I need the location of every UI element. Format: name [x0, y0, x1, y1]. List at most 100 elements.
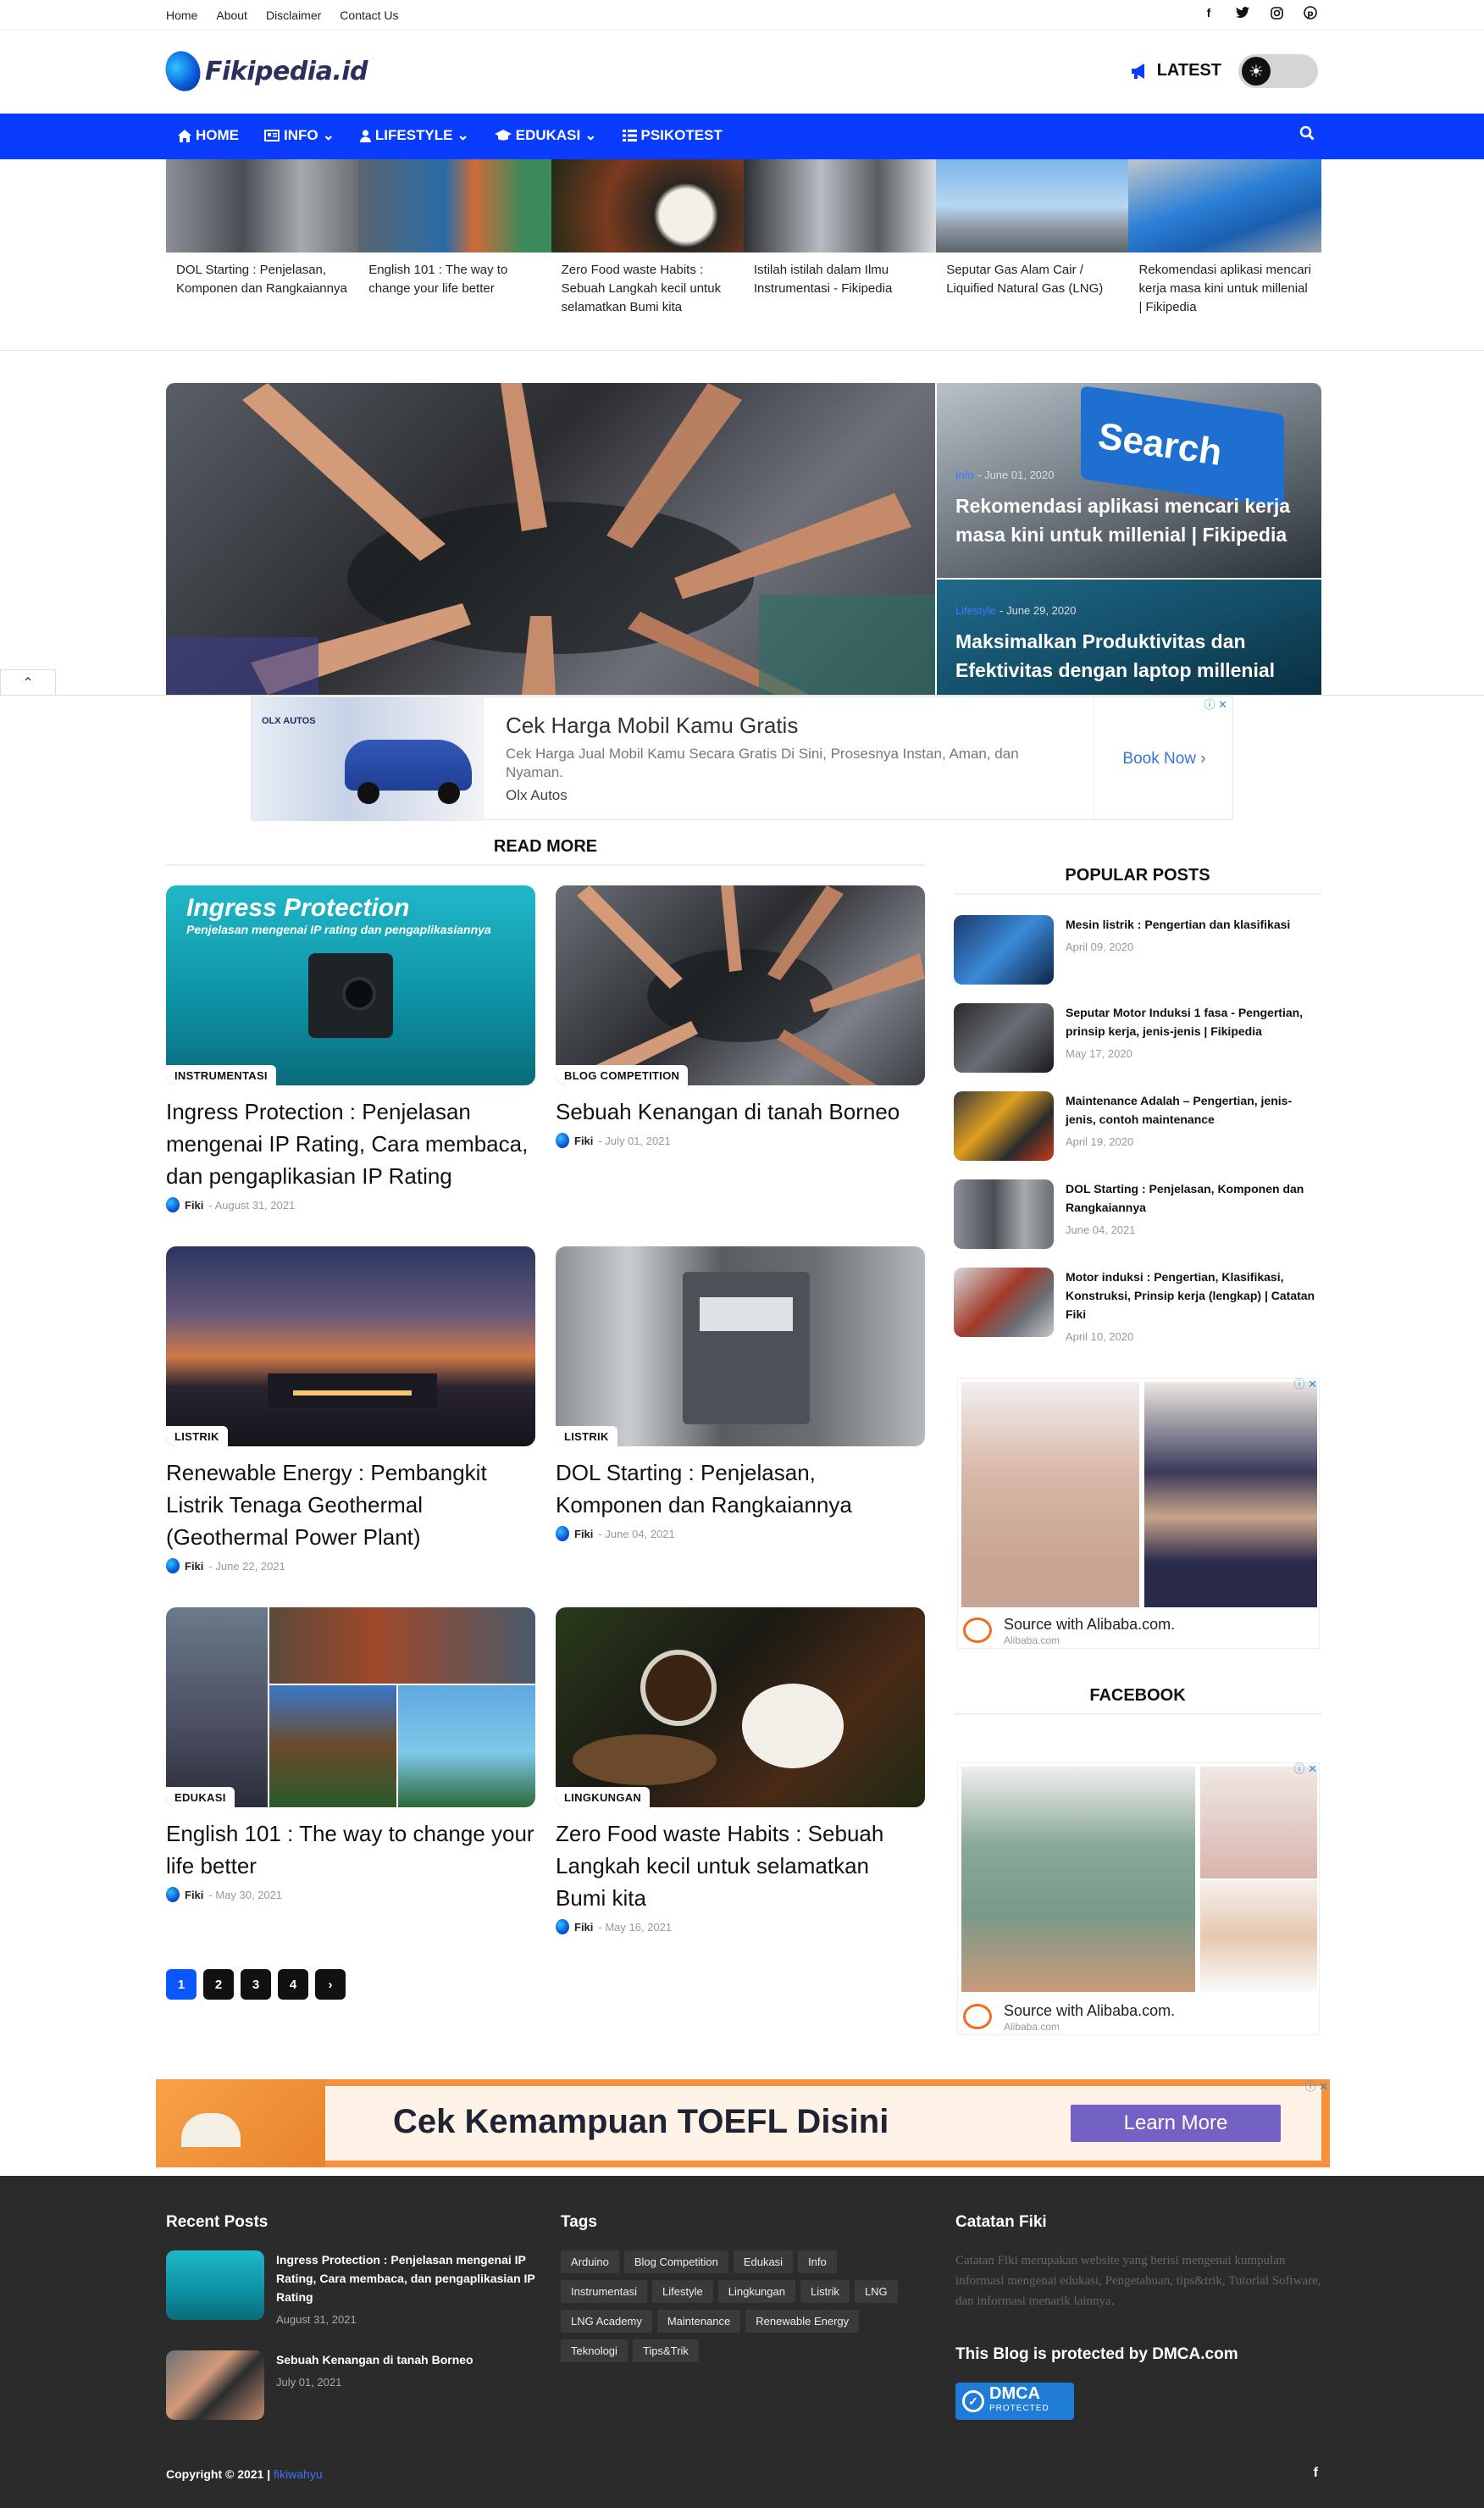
tag-link[interactable]: Info: [798, 2250, 837, 2273]
topnav-disclaimer-link[interactable]: Disclaimer: [266, 8, 321, 22]
hero-featured-post[interactable]: [166, 383, 935, 695]
ticker-item[interactable]: English 101 : The way to change your lif…: [358, 159, 551, 350]
pinterest-icon[interactable]: p: [1303, 5, 1318, 20]
banner-ad-olx[interactable]: OLX AUTOS Cek Harga Mobil Kamu Gratis Ce…: [251, 696, 1234, 821]
post-title[interactable]: Renewable Energy : Pembangkit Listrik Te…: [166, 1457, 535, 1553]
hero-side-post[interactable]: Lifestyle - June 29, 2020 Maksimalkan Pr…: [937, 580, 1321, 695]
nav-info[interactable]: INFO ⌄: [264, 127, 335, 144]
ad-title[interactable]: Cek Kemampuan TOEFL Disini: [393, 2103, 889, 2141]
popular-post-title[interactable]: Maintenance Adalah – Pengertian, jenis-j…: [1066, 1091, 1320, 1129]
topnav-home-link[interactable]: Home: [166, 8, 197, 22]
ticker-item[interactable]: DOL Starting : Penjelasan, Komponen dan …: [166, 159, 359, 350]
ticker-item[interactable]: Istilah istilah dalam Ilmu Instrumentasi…: [743, 159, 937, 350]
instagram-icon[interactable]: [1269, 5, 1284, 20]
tag-link[interactable]: Lingkungan: [717, 2280, 795, 2303]
tag-link[interactable]: Renewable Energy: [745, 2310, 860, 2333]
popular-post-item[interactable]: Mesin listrik : Pengertian dan klasifika…: [954, 915, 1321, 988]
tag-link[interactable]: Tips&Trik: [632, 2339, 699, 2362]
ad-book-now-button[interactable]: Book Now ›: [1094, 697, 1234, 821]
site-logo[interactable]: Fikipedia.id: [159, 46, 368, 97]
dark-mode-toggle[interactable]: ☀: [1238, 54, 1318, 88]
post-category-badge[interactable]: BLOG COMPETITION: [556, 1065, 689, 1085]
hero-side-category[interactable]: Info: [955, 469, 974, 481]
post-title[interactable]: Zero Food waste Habits : Sebuah Langkah …: [556, 1817, 925, 1914]
ticker-item[interactable]: Rekomendasi aplikasi mencari kerja masa …: [1128, 159, 1321, 350]
recent-post-title[interactable]: Ingress Protection : Penjelasan mengenai…: [276, 2250, 539, 2306]
dmca-badge[interactable]: ✓ DMCA PROTECTED: [955, 2383, 1074, 2420]
hero-side-title[interactable]: Maksimalkan Produktivitas dan Efektivita…: [955, 627, 1311, 685]
tag-link[interactable]: LNG Academy: [561, 2310, 652, 2333]
hero-side-title[interactable]: Rekomendasi aplikasi mencari kerja masa …: [955, 491, 1311, 549]
post-category-badge[interactable]: LISTRIK: [556, 1426, 617, 1446]
post-category-badge[interactable]: LINGKUNGAN: [556, 1787, 651, 1807]
next-page-icon[interactable]: ›: [315, 1969, 346, 2000]
tag-link[interactable]: LNG: [854, 2280, 898, 2303]
post-card[interactable]: LISTRIK DOL Starting : Penjelasan, Kompo…: [556, 1246, 925, 1541]
popular-post-item[interactable]: Motor induksi : Pengertian, Klasifikasi,…: [954, 1268, 1321, 1343]
popular-post-title[interactable]: Motor induksi : Pengertian, Klasifikasi,…: [1066, 1268, 1320, 1323]
ad-info-icon[interactable]: ⓘ ✕: [1304, 2078, 1328, 2094]
sidebar-ad-alibaba[interactable]: Source with Alibaba.com. Alibaba.com ⓘ ✕: [957, 1762, 1320, 2035]
post-author[interactable]: Fiki: [185, 1560, 203, 1573]
page-3-button[interactable]: 3: [241, 1969, 271, 2000]
tag-link[interactable]: Blog Competition: [623, 2250, 728, 2273]
banner-ad-toefl[interactable]: Cek Kemampuan TOEFL Disini Learn More ⓘ …: [156, 2079, 1330, 2167]
post-author[interactable]: Fiki: [185, 1199, 203, 1212]
nav-home[interactable]: HOME: [178, 127, 239, 144]
post-card[interactable]: BLOG COMPETITION Sebuah Kenangan di tana…: [556, 885, 925, 1148]
nav-psikotest[interactable]: PSIKOTEST: [622, 127, 723, 144]
latest-label[interactable]: LATEST: [1130, 61, 1221, 80]
post-category-badge[interactable]: EDUKASI: [166, 1787, 235, 1807]
hero-side-post[interactable]: Search Info - June 01, 2020 Rekomendasi …: [937, 383, 1321, 578]
post-title[interactable]: Sebuah Kenangan di tanah Borneo: [556, 1096, 925, 1128]
popular-post-item[interactable]: DOL Starting : Penjelasan, Komponen dan …: [954, 1179, 1321, 1252]
copyright-author-link[interactable]: fikiwahyu: [274, 2467, 323, 2481]
post-author[interactable]: Fiki: [185, 1889, 203, 1901]
post-author[interactable]: Fiki: [574, 1921, 593, 1934]
page-1-button[interactable]: 1: [166, 1969, 197, 2000]
post-card[interactable]: EDUKASI English 101 : The way to change …: [166, 1607, 535, 1902]
recent-post-title[interactable]: Sebuah Kenangan di tanah Borneo: [276, 2350, 539, 2369]
hero-side-category[interactable]: Lifestyle: [955, 604, 996, 617]
popular-post-item[interactable]: Maintenance Adalah – Pengertian, jenis-j…: [954, 1091, 1321, 1164]
tag-link[interactable]: Edukasi: [733, 2250, 794, 2273]
recent-post-item[interactable]: Sebuah Kenangan di tanah Borneo July 01,…: [166, 2350, 539, 2423]
post-card[interactable]: LINGKUNGAN Zero Food waste Habits : Sebu…: [556, 1607, 925, 1934]
tag-link[interactable]: Arduino: [561, 2250, 619, 2273]
tag-link[interactable]: Teknologi: [561, 2339, 628, 2362]
ad-title[interactable]: Cek Harga Mobil Kamu Gratis: [506, 713, 798, 739]
chevron-up-icon[interactable]: ⌃: [0, 669, 56, 695]
sidebar-ad-alibaba[interactable]: Source with Alibaba.com. Alibaba.com ⓘ ✕: [957, 1378, 1320, 1649]
page-4-button[interactable]: 4: [278, 1969, 308, 2000]
tag-link[interactable]: Lifestyle: [652, 2280, 713, 2303]
twitter-icon[interactable]: [1235, 5, 1250, 20]
popular-post-title[interactable]: Seputar Motor Induksi 1 fasa - Pengertia…: [1066, 1003, 1320, 1040]
popular-post-title[interactable]: DOL Starting : Penjelasan, Komponen dan …: [1066, 1179, 1320, 1217]
ad-learn-more-button[interactable]: Learn More: [1071, 2105, 1281, 2142]
post-title[interactable]: English 101 : The way to change your lif…: [166, 1817, 535, 1882]
nav-lifestyle[interactable]: LIFESTYLE ⌄: [359, 127, 469, 144]
post-title[interactable]: Ingress Protection : Penjelasan mengenai…: [166, 1096, 535, 1192]
tag-link[interactable]: Listrik: [800, 2280, 850, 2303]
post-category-badge[interactable]: INSTRUMENTASI: [166, 1065, 276, 1085]
tag-link[interactable]: Instrumentasi: [561, 2280, 648, 2303]
topnav-contact-link[interactable]: Contact Us: [340, 8, 398, 22]
ticker-item[interactable]: Zero Food waste Habits : Sebuah Langkah …: [551, 159, 744, 350]
post-author[interactable]: Fiki: [574, 1135, 593, 1147]
facebook-icon[interactable]: f: [1314, 2466, 1318, 2481]
ad-info-icon[interactable]: ⓘ ✕: [1204, 696, 1227, 712]
ad-info-icon[interactable]: ⓘ ✕: [1293, 1760, 1317, 1776]
ad-info-icon[interactable]: ⓘ ✕: [1293, 1375, 1317, 1391]
popular-post-item[interactable]: Seputar Motor Induksi 1 fasa - Pengertia…: [954, 1003, 1321, 1076]
recent-post-item[interactable]: Ingress Protection : Penjelasan mengenai…: [166, 2250, 539, 2326]
ticker-item[interactable]: Seputar Gas Alam Cair / Liquified Natura…: [936, 159, 1129, 350]
facebook-icon[interactable]: f: [1201, 5, 1216, 20]
nav-edukasi[interactable]: EDUKASI ⌄: [494, 127, 597, 144]
topnav-about-link[interactable]: About: [216, 8, 247, 22]
post-category-badge[interactable]: LISTRIK: [166, 1426, 228, 1446]
popular-post-title[interactable]: Mesin listrik : Pengertian dan klasifika…: [1066, 915, 1320, 934]
post-card[interactable]: LISTRIK Renewable Energy : Pembangkit Li…: [166, 1246, 535, 1573]
post-card[interactable]: Ingress Protection Penjelasan mengenai I…: [166, 885, 535, 1212]
search-icon[interactable]: [1299, 125, 1315, 146]
post-title[interactable]: DOL Starting : Penjelasan, Komponen dan …: [556, 1457, 925, 1521]
